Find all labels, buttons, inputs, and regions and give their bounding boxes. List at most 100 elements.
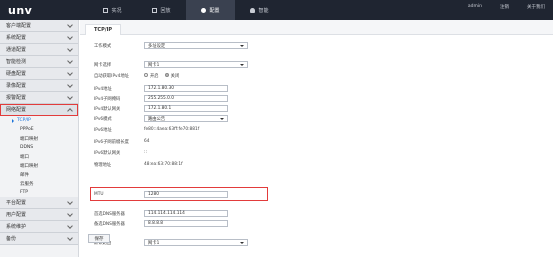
sidebar-item-port-mapping-2[interactable]: 端口映射 [0,161,78,170]
username: admin [467,4,482,9]
sidebar-item-pppoe[interactable]: PPPoE [0,125,78,134]
default-route-select[interactable]: 网卡1 [144,239,248,246]
sidebar-group-label: 报警配置 [6,95,27,101]
dhcp-off-radio[interactable]: 关闭 [164,73,180,79]
radio-icon [144,73,148,77]
row-ipv6-addr: IPv6地址 fe80::4aea:63ff:fe70:881f [94,125,394,134]
playback-icon [152,7,158,13]
sidebar-item-port-mapping[interactable]: 端口映射 [0,134,78,143]
sidebar-group-label: 用户配置 [6,212,27,218]
chevron-down-icon [67,57,73,64]
main-nav: 实况 回放 配置 智能 [88,0,284,20]
sidebar-group-disk[interactable]: 硬盘配置 [0,68,78,80]
row-mtu: MTU 1280 [94,190,394,199]
smart-icon [250,7,256,13]
ipv6-prefix-value: 64 [144,139,150,144]
sidebar-group-client[interactable]: 客户端配置 [0,20,78,32]
dhcp-radio-group: 开启 关闭 [144,73,179,79]
row-mask: IPv4子网掩码 255.255.0.0 [94,94,394,103]
row-dhcp: 自动获取IPv4地址 开启 关闭 [94,71,394,80]
nav-live[interactable]: 实况 [88,0,137,20]
sidebar-group-alarm[interactable]: 报警配置 [0,92,78,104]
sidebar-group-maintenance[interactable]: 系统维护 [0,221,78,233]
mtu-input[interactable]: 1280 [144,191,228,198]
row-default-route: 默认路由 网卡1 [94,238,394,247]
sidebar-group-label: 智能检测 [6,59,27,65]
sidebar-item-cloud[interactable]: 云服务 [0,179,78,188]
sidebar-group-label: 客户端配置 [6,23,32,29]
ipv6-addr-value: fe80::4aea:63ff:fe70:881f [144,127,200,132]
nav-config-label: 配置 [209,7,220,14]
dhcp-on-radio[interactable]: 开启 [144,73,159,79]
chevron-down-icon [67,21,73,28]
sidebar-group-label: 系统维护 [6,224,27,230]
row-dns2: 备选DNS服务器 8.8.8.8 [94,219,394,228]
mask-label: IPv4子网掩码 [94,96,121,102]
sidebar-group-backup[interactable]: 备份 [0,233,78,245]
sidebar-group-user[interactable]: 用户配置 [0,209,78,221]
about-link[interactable]: 关于我们 [527,4,545,10]
ipv6-gw-label: IPv6默认网关 [94,150,121,156]
dhcp-on-label: 开启 [150,73,159,79]
sidebar-group-network[interactable]: 网络配置 [0,104,78,116]
sidebar-group-label: 录像配置 [6,83,27,89]
sidebar-group-label: 硬盘配置 [6,71,27,77]
nav-playback[interactable]: 回放 [137,0,186,20]
caret-down-icon [220,117,224,120]
sidebar-item-label: FTP [20,190,28,195]
dns2-input[interactable]: 8.8.8.8 [144,220,228,227]
default-route-value: 网卡1 [148,240,160,246]
caret-down-icon [240,44,244,47]
chevron-down-icon [67,198,73,205]
nav-playback-label: 回放 [160,7,171,14]
dhcp-off-label: 关闭 [170,73,180,79]
row-work-mode: 工作模式 多址设定 [94,41,394,50]
nav-live-label: 实况 [111,7,122,14]
chevron-down-icon [67,33,73,40]
sidebar-item-port[interactable]: 端口 [0,152,78,161]
ipv4-input[interactable]: 172.1.80.30 [144,85,228,92]
ipv6-mode-select[interactable]: 路由公告 [144,115,228,122]
top-bar: unv 实况 回放 配置 智能 admin 注销 关于我们 [0,0,553,20]
sidebar-item-tcpip[interactable]: TCP/IP [0,116,78,125]
sidebar-group-channel[interactable]: 通道配置 [0,44,78,56]
row-ipv6-gw: IPv6默认网关 :: [94,148,394,157]
logo: unv [8,4,33,17]
sidebar-group-smart[interactable]: 智能检测 [0,56,78,68]
sidebar-item-label: 端口映射 [20,163,38,169]
dns1-input[interactable]: 114.114.114.114 [144,210,228,217]
sidebar-item-label: DDNS [20,145,34,150]
sidebar-item-label: 端口映射 [20,136,38,142]
mask-input[interactable]: 255.255.0.0 [144,95,228,102]
chevron-down-icon [67,210,73,217]
sidebar-group-platform[interactable]: 平台配置 [0,197,78,209]
row-dns1: 首选DNS服务器 114.114.114.114 [94,209,394,218]
chevron-down-icon [67,81,73,88]
sidebar-item-email[interactable]: 邮件 [0,170,78,179]
sidebar-group-record[interactable]: 录像配置 [0,80,78,92]
sidebar-item-ftp[interactable]: FTP [0,188,78,197]
chevron-down-icon [67,45,73,52]
dhcp-label: 自动获取IPv4地址 [94,73,129,79]
sidebar-group-system[interactable]: 系统配置 [0,32,78,44]
row-ipv4: IPv4地址 172.1.80.30 [94,84,394,93]
chevron-down-icon [67,93,73,100]
ipv4-label: IPv4地址 [94,86,112,92]
save-button[interactable]: 保存 [88,234,110,243]
nav-config[interactable]: 配置 [186,0,235,20]
nic-label: 网卡选择 [94,62,112,68]
ipv6-mode-value: 路由公告 [148,116,166,122]
nav-smart[interactable]: 智能 [235,0,284,20]
sidebar-group-label: 备份 [6,236,17,242]
work-mode-select[interactable]: 多址设定 [144,42,248,49]
nic-select[interactable]: 网卡1 [144,61,248,68]
mac-value: 48:ea:63:70:88:1f [144,162,183,167]
sidebar-item-label: 邮件 [20,172,29,178]
sidebar-group-label: 系统配置 [6,35,27,41]
tab-bar: TCP/IP [80,20,553,35]
sidebar-item-ddns[interactable]: DDNS [0,143,78,152]
tab-tcpip[interactable]: TCP/IP [85,24,122,35]
logout-link[interactable]: 注销 [500,4,509,10]
gateway-input[interactable]: 172.1.80.1 [144,105,228,112]
ipv6-gw-value: :: [144,150,147,155]
